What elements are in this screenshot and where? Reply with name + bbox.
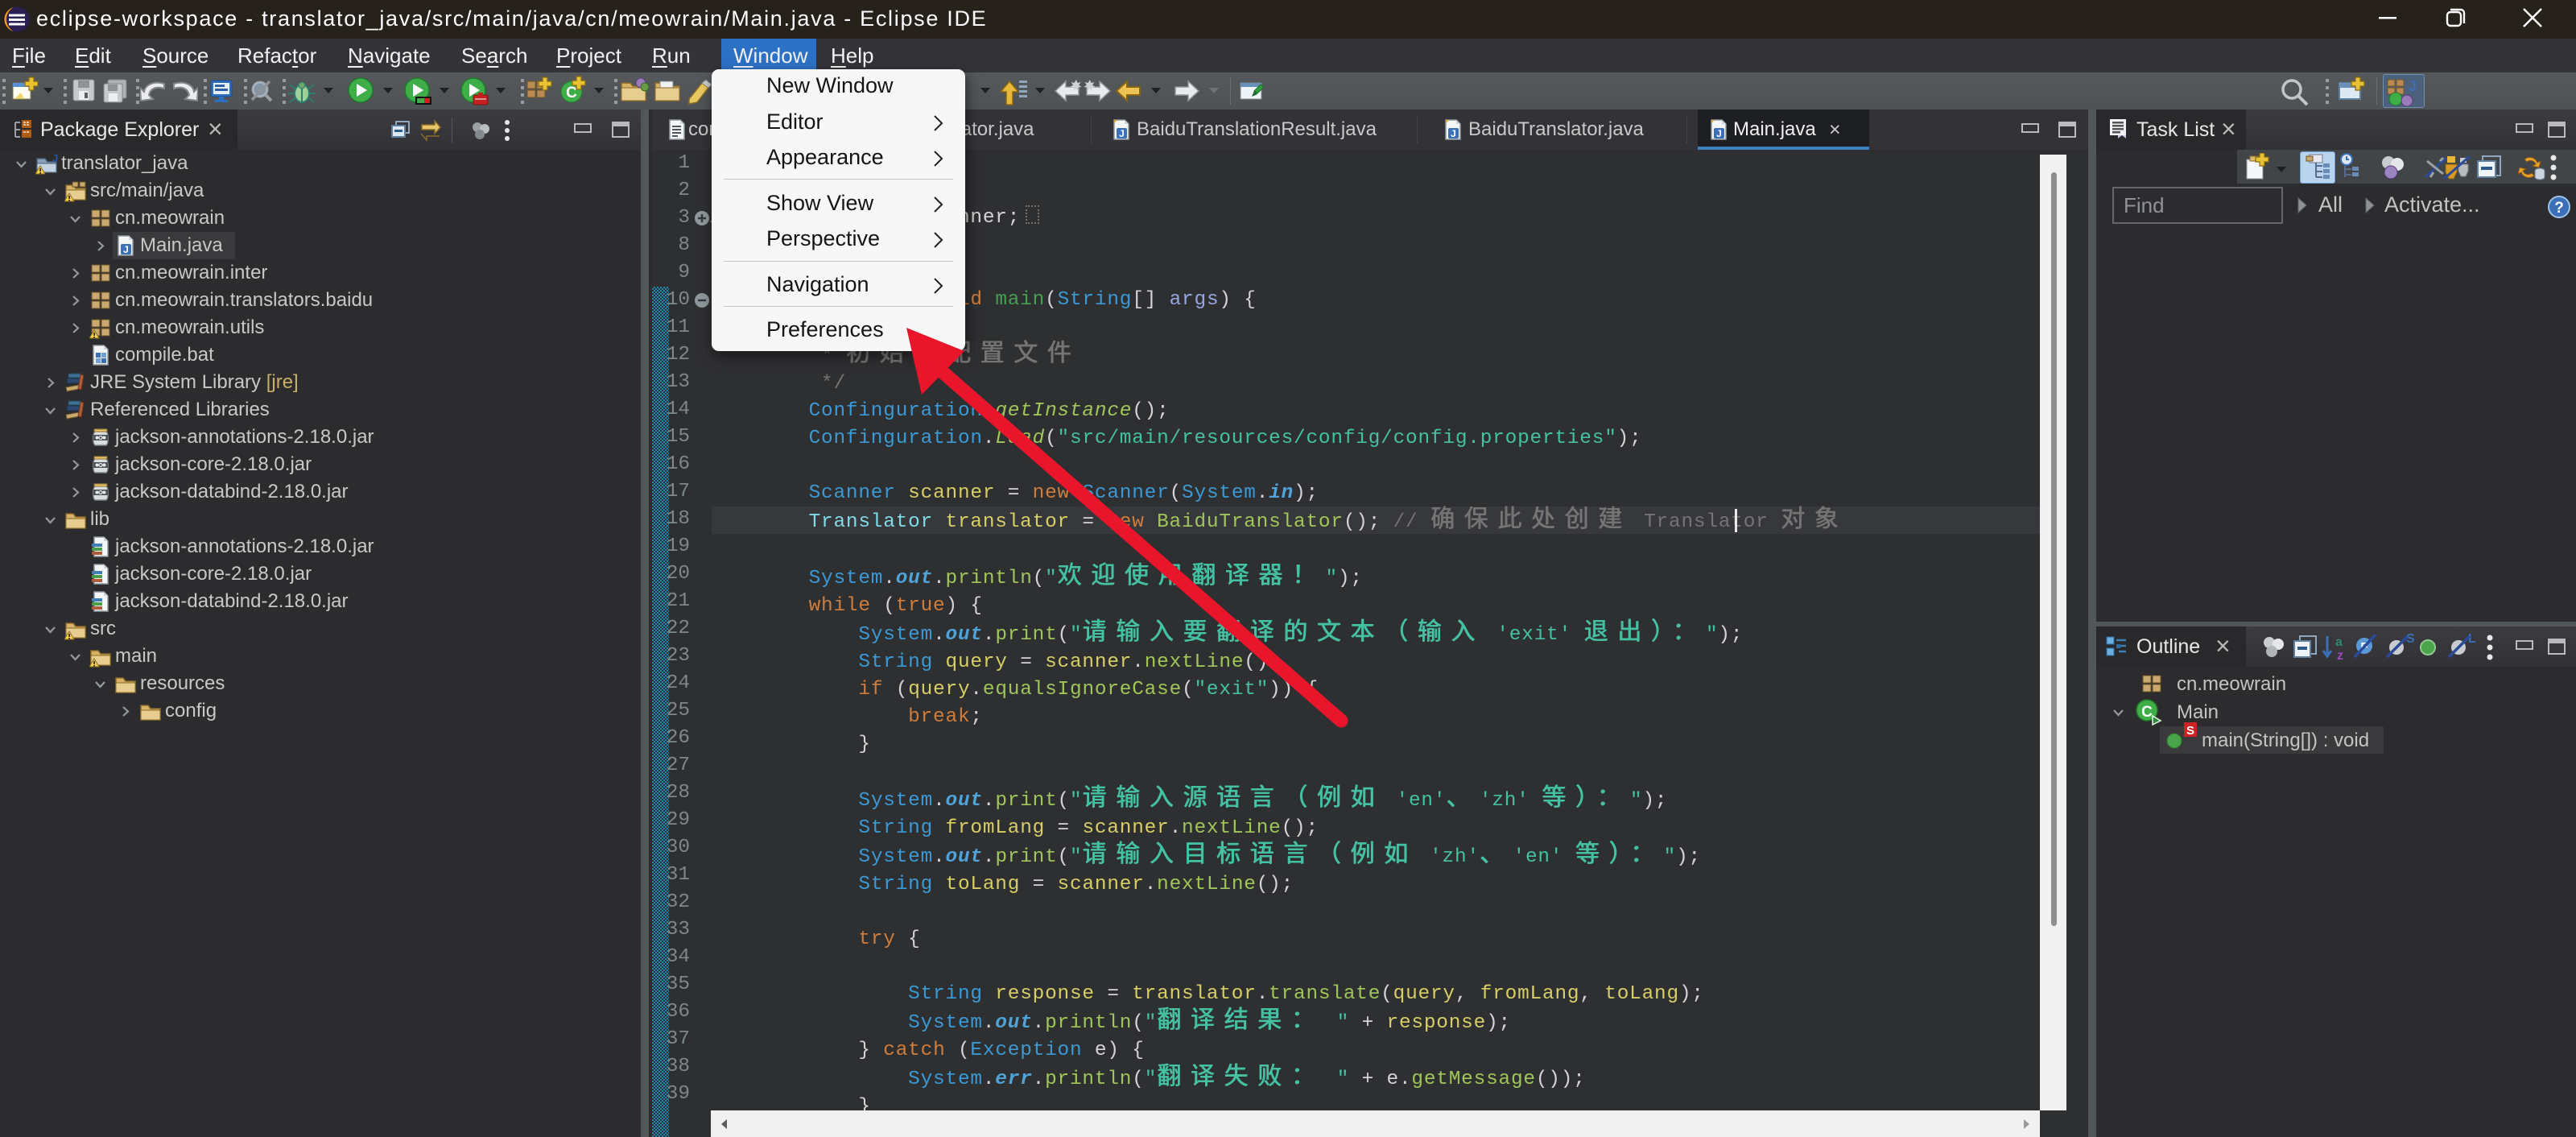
svg-text:C: C (566, 85, 577, 101)
svg-text:C: C (2141, 704, 2153, 721)
svg-text:z: z (2337, 649, 2343, 662)
svg-text:L: L (2468, 633, 2476, 646)
svg-text:J: J (2409, 78, 2417, 94)
svg-text:a: a (2335, 635, 2343, 649)
svg-text:J: J (123, 244, 129, 255)
svg-text:?: ? (2554, 200, 2564, 217)
svg-text:S: S (2406, 633, 2414, 646)
svg-text:S: S (2186, 724, 2194, 738)
svg-text:J: J (52, 152, 58, 164)
svg-text:J: J (1119, 128, 1125, 139)
svg-text:J: J (1451, 128, 1456, 139)
svg-text:J: J (1716, 128, 1722, 139)
